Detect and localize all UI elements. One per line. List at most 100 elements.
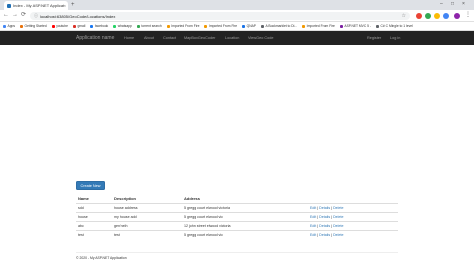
bookmark-item[interactable]: Getting Started bbox=[20, 24, 47, 28]
bookmark-item[interactable]: Apps bbox=[3, 24, 15, 28]
address-bar[interactable]: ⓘ localhost:63805/GeoCode/Locations/Inde… bbox=[30, 12, 410, 20]
extension-icon[interactable] bbox=[434, 13, 440, 19]
browser-toolbar: ← → ⟳ ⓘ localhost:63805/GeoCode/Location… bbox=[0, 10, 474, 22]
cell-actions: Edit | Details | Delete bbox=[308, 229, 398, 239]
register-link[interactable]: Register bbox=[367, 36, 381, 40]
details-link[interactable]: Details bbox=[319, 206, 330, 210]
bookmark-item[interactable]: gmail bbox=[72, 24, 86, 28]
bookmark-icon bbox=[302, 24, 306, 28]
cell-name: abc bbox=[76, 220, 112, 230]
nav-link-mapbox-geocoder[interactable]: MapBoxGeoCoder bbox=[184, 36, 215, 40]
delete-link[interactable]: Delete bbox=[333, 206, 343, 210]
bookmark-label: Imported From Fire bbox=[306, 24, 335, 28]
table-row: sdd house address 5 gregg court elwood vic… bbox=[76, 202, 398, 212]
bookmark-star-icon[interactable]: ☆ bbox=[402, 13, 406, 19]
locations-table: Name Description Address sdd house addres… bbox=[76, 194, 398, 239]
nav-link-about[interactable]: About bbox=[144, 36, 154, 40]
column-header-name: Name bbox=[76, 194, 112, 204]
bookmark-label: Apps bbox=[7, 24, 16, 28]
nav-link-location[interactable]: Location bbox=[225, 36, 239, 40]
cell-description: house address bbox=[112, 202, 182, 212]
profile-avatar-icon[interactable] bbox=[454, 13, 460, 19]
browser-tab[interactable]: Index - My ASP.NET Application × bbox=[4, 1, 68, 10]
table-row: house my house add 5 gregg court elwood vi… bbox=[76, 211, 398, 221]
bookmark-icon bbox=[51, 24, 55, 28]
minimize-icon[interactable]: – bbox=[440, 1, 443, 7]
cell-address: 5 gregg court elwood vic bbox=[182, 211, 308, 221]
bookmark-item[interactable]: A Bookmarklet to Di... bbox=[260, 24, 298, 28]
maximize-icon[interactable]: □ bbox=[451, 1, 454, 7]
window-close-icon[interactable]: × bbox=[462, 1, 465, 7]
column-header-actions bbox=[308, 194, 398, 204]
back-icon[interactable]: ← bbox=[3, 12, 9, 19]
bookmark-icon bbox=[90, 24, 94, 28]
login-link[interactable]: Log in bbox=[390, 36, 400, 40]
details-link[interactable]: Details bbox=[319, 224, 330, 228]
nav-link-contact[interactable]: Contact bbox=[163, 36, 176, 40]
extension-icon[interactable] bbox=[416, 13, 422, 19]
footer-text: © 2020 - My ASP.NET Application bbox=[76, 256, 127, 260]
forward-icon[interactable]: → bbox=[12, 12, 18, 19]
new-tab-icon[interactable]: + bbox=[71, 2, 75, 8]
bookmark-icon bbox=[166, 24, 170, 28]
url-text: localhost:63805/GeoCode/Locations/Index bbox=[40, 13, 116, 19]
cell-actions: Edit | Details | Delete bbox=[308, 211, 398, 221]
cell-address: 5 gregg court elwood victoria bbox=[182, 202, 308, 212]
nav-link-view-geo-code[interactable]: ViewGeo Code bbox=[248, 36, 273, 40]
bookmark-icon bbox=[20, 24, 24, 28]
reload-icon[interactable]: ⟳ bbox=[21, 12, 26, 19]
bookmark-label: A Bookmarklet to Di... bbox=[265, 24, 298, 28]
brand-link[interactable]: Application name bbox=[76, 35, 114, 41]
bookmark-icon bbox=[136, 24, 140, 28]
bookmark-label: C# C Mingle to 1 level bbox=[380, 24, 413, 28]
bookmark-label: Imported From Fire bbox=[171, 24, 200, 28]
bookmark-item[interactable]: whatsapp bbox=[113, 24, 132, 28]
bookmark-icon bbox=[242, 24, 246, 28]
tab-title: Index - My ASP.NET Application bbox=[13, 3, 64, 8]
cell-actions: Edit | Details | Delete bbox=[308, 202, 398, 212]
table-header-row: Name Description Address bbox=[76, 194, 398, 204]
bookmark-label: ASP.NET MVC 5 - bbox=[344, 24, 372, 28]
delete-link[interactable]: Delete bbox=[333, 233, 343, 237]
bookmark-item[interactable]: C# C Mingle to 1 level bbox=[376, 24, 413, 28]
bookmarks-bar: Apps Getting Started youtube gmail facebook w… bbox=[0, 22, 474, 31]
cell-description: gen'neih bbox=[112, 220, 182, 230]
favicon-icon bbox=[7, 3, 11, 8]
nav-link-home[interactable]: Home bbox=[124, 36, 134, 40]
cell-description: test bbox=[112, 229, 182, 239]
bookmark-item[interactable]: Imported From Fire bbox=[166, 24, 200, 28]
cell-name: sdd bbox=[76, 202, 112, 212]
cell-description: my house add bbox=[112, 211, 182, 221]
bookmark-item[interactable]: youtube bbox=[51, 24, 68, 28]
column-header-description: Description bbox=[112, 194, 182, 204]
browser-tab-strip: Index - My ASP.NET Application × + – □ × bbox=[0, 0, 474, 10]
extension-icon[interactable] bbox=[443, 13, 449, 19]
bookmark-label: Getting Started bbox=[24, 24, 47, 28]
table-row: abc gen'neih 12 john street elwood victori… bbox=[76, 220, 398, 230]
info-icon: ⓘ bbox=[34, 13, 38, 18]
bookmark-label: whatsapp bbox=[117, 24, 132, 28]
details-link[interactable]: Details bbox=[319, 233, 330, 237]
bookmark-item[interactable]: QNAP bbox=[242, 24, 256, 28]
bookmark-icon bbox=[72, 24, 76, 28]
menu-dots-icon[interactable]: ⋮ bbox=[465, 12, 471, 19]
table-row: test test 5 gregg court elwood vic Edit | D… bbox=[76, 229, 398, 239]
footer-divider bbox=[76, 252, 398, 253]
bookmark-item[interactable]: facebook bbox=[90, 24, 108, 28]
bookmark-item[interactable]: Imported From Fire bbox=[302, 24, 335, 28]
cell-address: 12 john street elwood victoria bbox=[182, 220, 308, 230]
extension-icon[interactable] bbox=[425, 13, 431, 19]
delete-link[interactable]: Delete bbox=[333, 215, 343, 219]
bookmark-label: QNAP bbox=[246, 24, 256, 28]
details-link[interactable]: Details bbox=[319, 215, 330, 219]
cell-name: test bbox=[76, 229, 112, 239]
bookmark-icon bbox=[260, 24, 264, 28]
column-header-address: Address bbox=[182, 194, 308, 204]
bookmark-item[interactable]: ASP.NET MVC 5 - bbox=[339, 24, 372, 28]
close-tab-icon[interactable]: × bbox=[64, 3, 66, 8]
bookmark-item[interactable]: torrent search bbox=[136, 24, 162, 28]
create-new-button[interactable]: Create New bbox=[76, 181, 105, 190]
bookmark-item[interactable]: Imported From Fire bbox=[204, 24, 237, 28]
bookmark-label: gmail bbox=[77, 24, 86, 28]
delete-link[interactable]: Delete bbox=[333, 224, 343, 228]
